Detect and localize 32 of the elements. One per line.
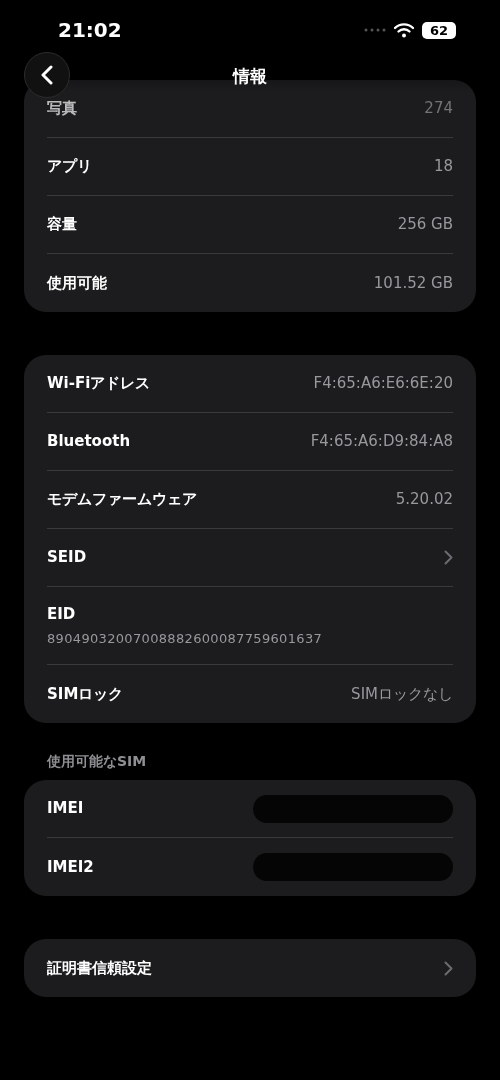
back-chevron-icon xyxy=(41,65,53,85)
row-label: IMEI xyxy=(47,798,84,820)
battery-indicator: 62 xyxy=(422,21,456,39)
row-label: 写真 xyxy=(47,98,77,120)
row-value: F4:65:A6:E6:6E:20 xyxy=(313,373,453,395)
row-label: モデムファームウェア xyxy=(47,489,197,511)
row-value: 18 xyxy=(433,156,453,178)
row-label: Bluetooth xyxy=(47,431,131,453)
section-header: 使用可能なSIM xyxy=(46,752,148,771)
row-label: 証明書信頼設定 xyxy=(47,957,152,979)
row-label: IMEI2 xyxy=(47,856,94,878)
row-value: SIMロックなし xyxy=(351,683,453,705)
back-button[interactable] xyxy=(24,52,70,98)
row-value: 5.20.02 xyxy=(395,489,453,511)
chevron-right-icon xyxy=(444,960,453,976)
chevron-right-icon xyxy=(444,550,453,565)
row-label: SEID xyxy=(47,547,87,569)
status-time: 21:02 xyxy=(58,17,122,44)
row-label: EID xyxy=(47,603,77,625)
row-value: 89049032007008882600087759601637 xyxy=(47,630,324,648)
row-label: アプリ xyxy=(47,156,92,178)
row-label: Wi-Fiアドレス xyxy=(47,373,151,395)
row-label: 容量 xyxy=(47,214,77,236)
page-title: 情報 xyxy=(233,65,267,88)
row-value: 101.52 GB xyxy=(373,272,453,294)
signal-dots-icon xyxy=(364,28,386,32)
wifi-icon xyxy=(394,22,414,38)
row-label: SIMロック xyxy=(47,683,124,705)
row-value: F4:65:A6:D9:84:A8 xyxy=(310,431,453,453)
row-value: 256 GB xyxy=(397,214,453,236)
row-value: 274 xyxy=(424,98,453,120)
row-label: 使用可能 xyxy=(47,272,107,294)
